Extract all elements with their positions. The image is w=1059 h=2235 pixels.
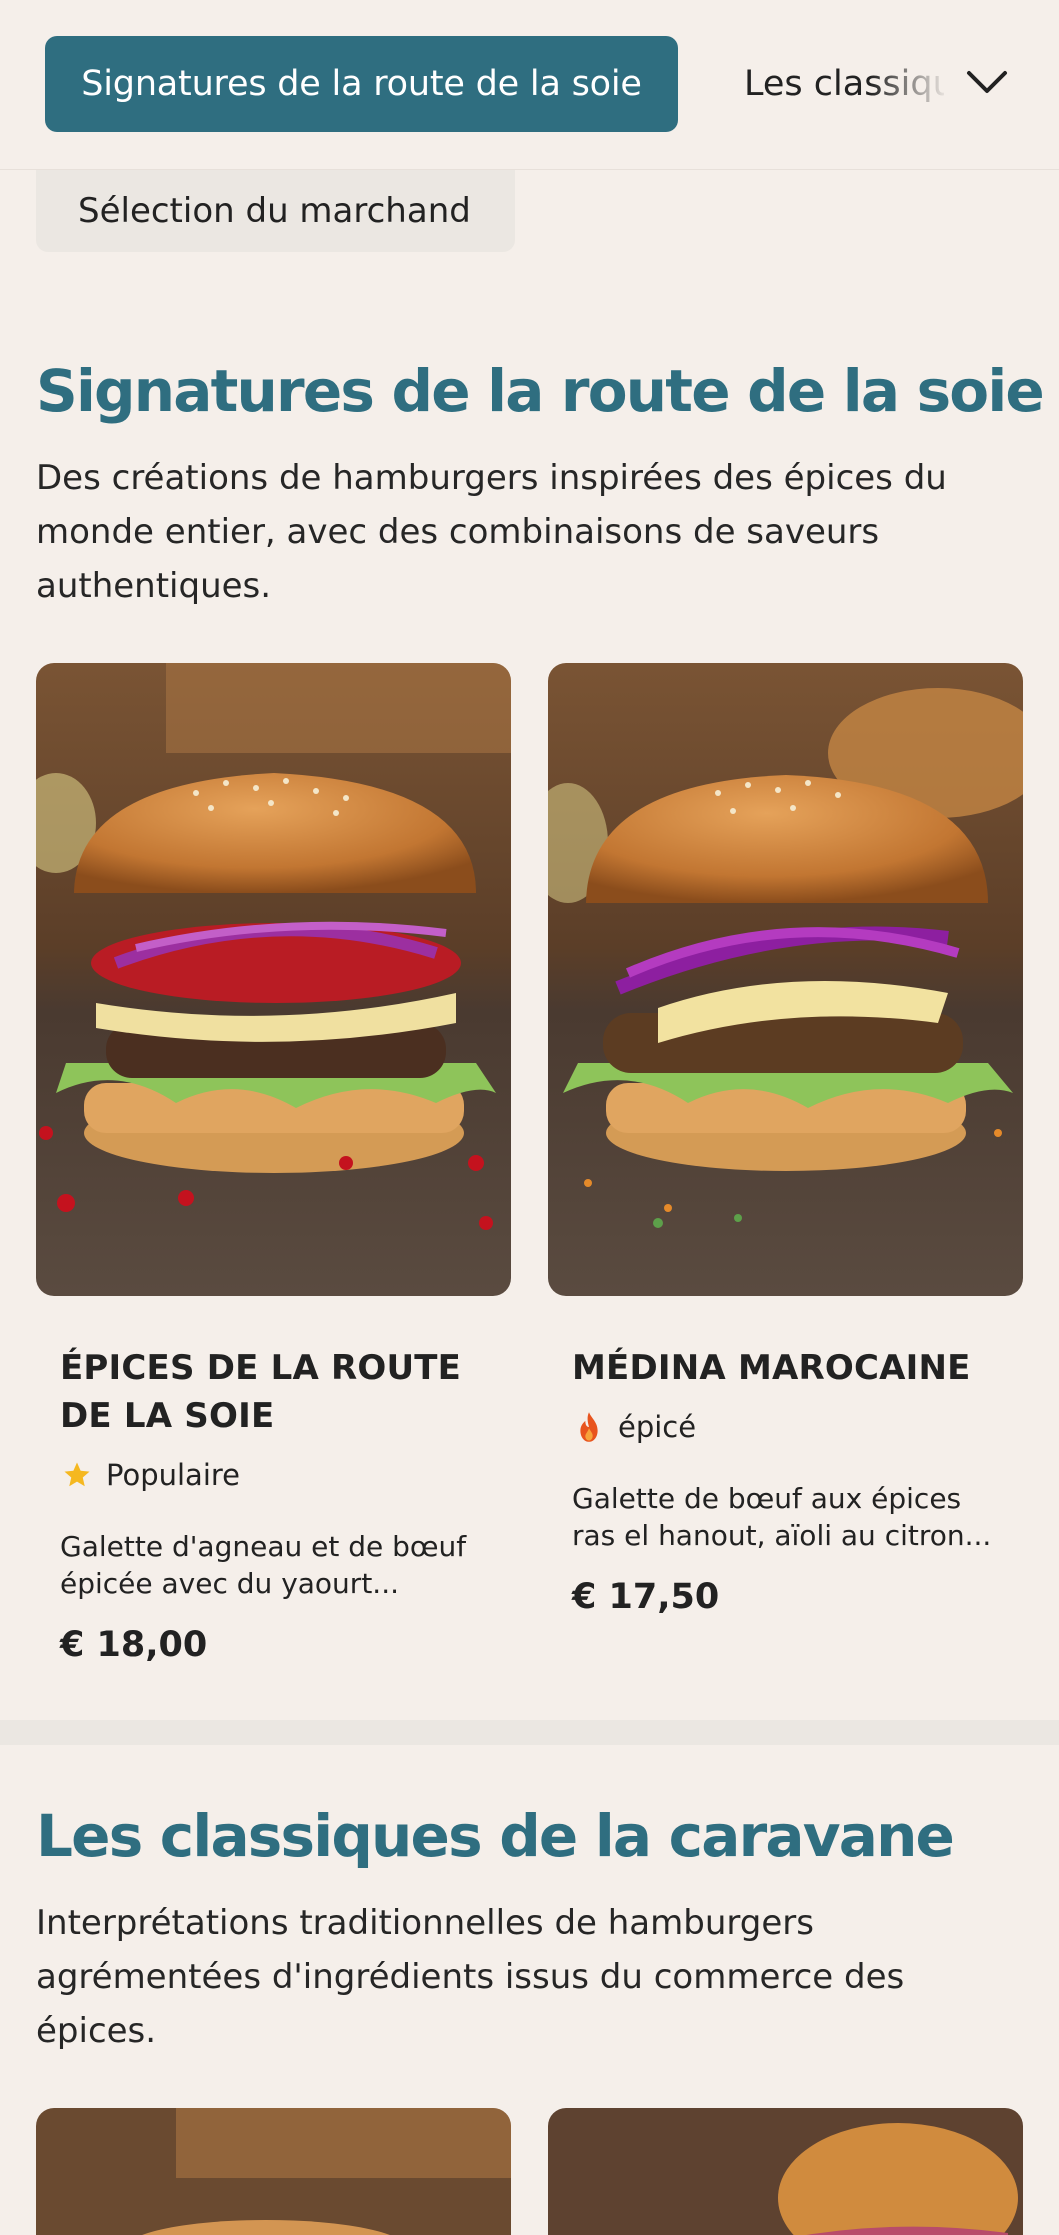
item-description: Galette d'agneau et de bœuf épicée avec … bbox=[60, 1528, 480, 1602]
item-description: Galette de bœuf aux épices ras el hanout… bbox=[572, 1480, 992, 1554]
section-title: Signatures de la route de la soie bbox=[36, 357, 1045, 425]
item-name[interactable]: ÉPICES DE LA ROUTE DE LA SOIE bbox=[60, 1344, 461, 1440]
description-line: Galette d'agneau et de bœuf bbox=[60, 1530, 467, 1563]
item-name-line: MÉDINA MAROCAINE bbox=[572, 1348, 971, 1388]
section-description: Des créations de hamburgers inspirées de… bbox=[36, 458, 947, 606]
burger-image-medina[interactable] bbox=[548, 663, 1023, 1296]
item-name-line: ÉPICES DE LA ROUTE bbox=[60, 1348, 462, 1388]
category-nav: Signatures de la route de la soie Les cl… bbox=[0, 0, 1059, 170]
tab-fade-overlay bbox=[870, 36, 950, 132]
section-divider bbox=[0, 1720, 1059, 1745]
section-title: Les classiques de la caravane bbox=[36, 1802, 955, 1870]
burger-image-classic-1[interactable] bbox=[36, 2108, 511, 2235]
flame-icon bbox=[572, 1410, 606, 1444]
item-price: € 17,50 bbox=[572, 1577, 720, 1617]
chevron-down-icon[interactable] bbox=[960, 56, 1014, 110]
description-line: Galette de bœuf aux épices bbox=[572, 1482, 962, 1515]
spicy-badge: épicé bbox=[572, 1410, 696, 1444]
star-icon bbox=[60, 1458, 94, 1492]
item-name[interactable]: MÉDINA MAROCAINE bbox=[572, 1344, 971, 1392]
burger-image-silk-road[interactable] bbox=[36, 663, 511, 1296]
burger-image-classic-2[interactable] bbox=[548, 2108, 1023, 2235]
description-line: ras el hanout, aïoli au citron... bbox=[572, 1519, 992, 1552]
item-name-line: DE LA SOIE bbox=[60, 1396, 275, 1436]
description-line: épicée avec du yaourt... bbox=[60, 1567, 399, 1600]
section-description: Interprétations traditionnelles de hambu… bbox=[36, 1903, 905, 2051]
tab-silk-road-signatures[interactable]: Signatures de la route de la soie bbox=[45, 36, 678, 132]
badge-label: Populaire bbox=[106, 1458, 240, 1492]
badge-label: épicé bbox=[618, 1410, 697, 1444]
item-price: € 18,00 bbox=[60, 1625, 208, 1665]
popular-badge: Populaire bbox=[60, 1458, 240, 1492]
tab-merchant-selection[interactable]: Sélection du marchand bbox=[36, 170, 515, 252]
